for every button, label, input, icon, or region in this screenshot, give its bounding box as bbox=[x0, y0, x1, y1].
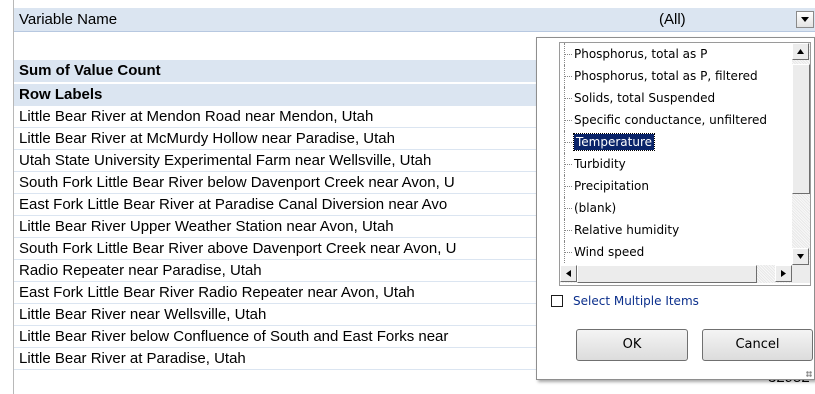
scroll-up-icon[interactable] bbox=[792, 43, 809, 60]
row-label: Little Bear River Upper Weather Station … bbox=[19, 218, 394, 235]
report-filter-row: Variable Name (All) bbox=[14, 8, 815, 32]
list-item[interactable]: Specific conductance, unfiltered bbox=[560, 109, 792, 131]
row-label: East Fork Little Bear River Radio Repeat… bbox=[19, 284, 415, 301]
cancel-button[interactable]: Cancel bbox=[702, 329, 813, 361]
list-item[interactable]: (blank) bbox=[560, 197, 792, 219]
list-item[interactable]: Wind speed bbox=[560, 241, 792, 263]
list-item-selected[interactable]: Temperature bbox=[560, 131, 792, 153]
horizontal-scrollbar[interactable] bbox=[560, 265, 792, 283]
scrollbar-corner bbox=[792, 265, 810, 283]
row-label: Little Bear River at McMurdy Hollow near… bbox=[19, 130, 395, 147]
filter-selected-value[interactable]: (All) bbox=[659, 8, 686, 31]
row-label: Utah State University Experimental Farm … bbox=[19, 152, 432, 169]
list-item[interactable]: Solids, total Suspended bbox=[560, 87, 792, 109]
scroll-right-icon[interactable] bbox=[775, 265, 792, 282]
row-label: Little Bear River near Wellsville, Utah bbox=[19, 306, 267, 323]
dropdown-arrow-icon bbox=[801, 17, 809, 22]
filter-items: Phosphorus, total as P Phosphorus, total… bbox=[560, 43, 792, 265]
vertical-scroll-thumb[interactable] bbox=[792, 64, 810, 194]
scroll-down-icon[interactable] bbox=[792, 248, 809, 265]
ok-button[interactable]: OK bbox=[576, 329, 688, 361]
resize-grip-icon[interactable] bbox=[806, 371, 812, 377]
filter-dropdown-button[interactable] bbox=[796, 11, 814, 28]
values-header-label: Sum of Value Count bbox=[19, 62, 161, 79]
filter-dropdown-panel: Phosphorus, total as P Phosphorus, total… bbox=[536, 37, 815, 380]
row-label: South Fork Little Bear River above Daven… bbox=[19, 240, 457, 257]
row-label: East Fork Little Bear River at Paradise … bbox=[19, 196, 448, 213]
vertical-scrollbar[interactable] bbox=[792, 43, 810, 265]
row-label: Little Bear River at Paradise, Utah bbox=[19, 350, 246, 367]
list-item[interactable]: Phosphorus, total as P, filtered bbox=[560, 65, 792, 87]
row-label: Radio Repeater near Paradise, Utah bbox=[19, 262, 262, 279]
select-multiple-checkbox[interactable] bbox=[551, 295, 563, 307]
filter-item-list[interactable]: Phosphorus, total as P Phosphorus, total… bbox=[559, 42, 811, 286]
row-label: Little Bear River below Confluence of So… bbox=[19, 328, 449, 345]
select-multiple-label[interactable]: Select Multiple Items bbox=[573, 292, 699, 310]
list-item[interactable]: Turbidity bbox=[560, 153, 792, 175]
list-item[interactable]: Precipitation bbox=[560, 175, 792, 197]
row-label: South Fork Little Bear River below Daven… bbox=[19, 174, 455, 191]
list-item[interactable]: Phosphorus, total as P bbox=[560, 43, 792, 65]
row-labels-header-label: Row Labels bbox=[19, 86, 103, 103]
filter-field-name: Variable Name bbox=[19, 11, 118, 28]
horizontal-scroll-thumb[interactable] bbox=[577, 265, 757, 283]
scroll-left-icon[interactable] bbox=[560, 265, 577, 282]
row-label: Little Bear River at Mendon Road near Me… bbox=[19, 108, 374, 125]
list-item[interactable]: Relative humidity bbox=[560, 219, 792, 241]
